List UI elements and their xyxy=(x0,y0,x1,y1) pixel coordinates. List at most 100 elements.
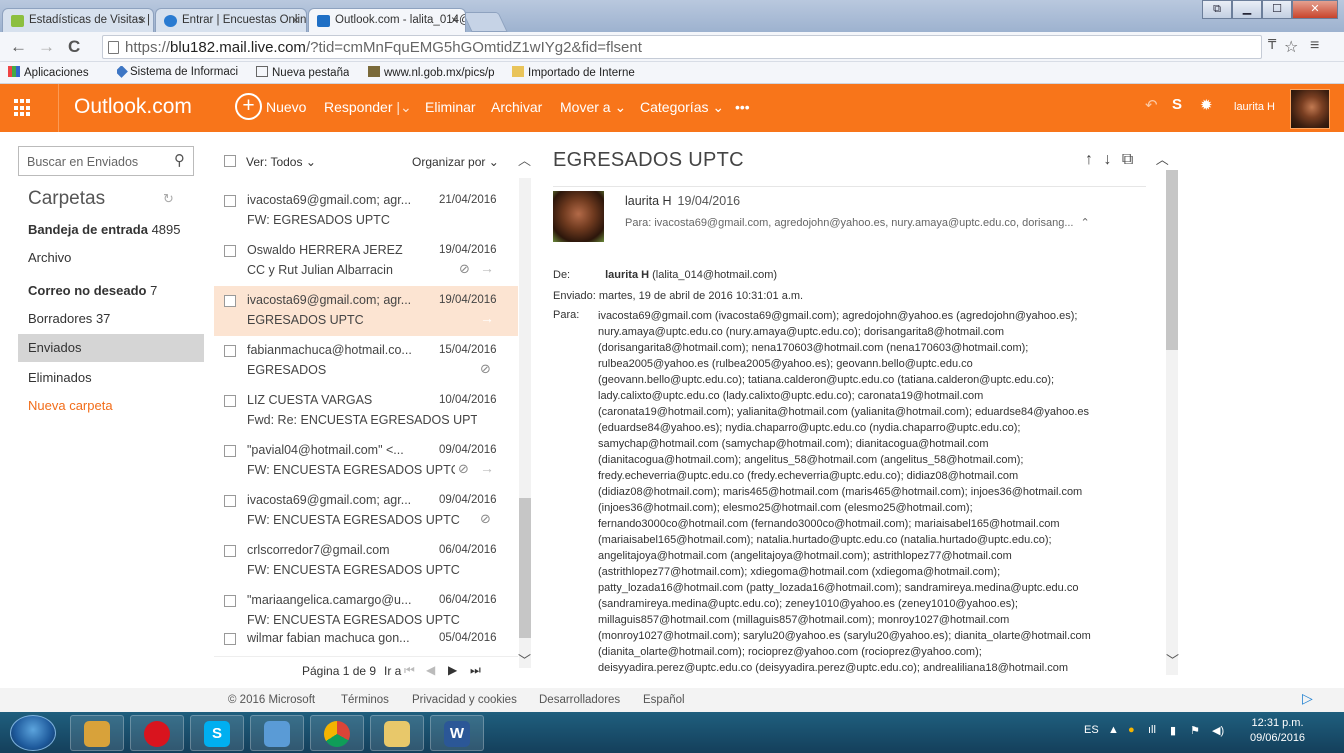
list-item[interactable]: Oswaldo HERRERA JEREZ 19/04/2016 CC y Ru… xyxy=(214,236,518,286)
folder-sent[interactable]: Enviados xyxy=(18,334,204,362)
star-icon[interactable]: ☆ xyxy=(1284,37,1298,57)
reading-scrollbar[interactable] xyxy=(1166,170,1178,675)
list-item[interactable]: LIZ CUESTA VARGAS 10/04/2016 Fwd: Re: EN… xyxy=(214,386,518,436)
list-item[interactable]: "pavial04@hotmail.com" <... 09/04/2016 F… xyxy=(214,436,518,486)
folder-inbox[interactable]: Bandeja de entrada 4895 xyxy=(18,216,204,244)
row-checkbox[interactable] xyxy=(224,633,236,645)
taskbar-explorer-lib[interactable] xyxy=(70,715,124,751)
close-window-icon[interactable]: ✕ xyxy=(1292,0,1338,19)
forward-icon[interactable]: → xyxy=(38,37,55,57)
close-tab-icon[interactable]: × xyxy=(451,13,458,27)
scroll-down-icon[interactable]: ﹀ xyxy=(518,650,531,669)
taskbar-skype[interactable]: S xyxy=(190,715,244,751)
new-tab-button[interactable] xyxy=(462,12,508,32)
scroll-thumb[interactable] xyxy=(1166,170,1178,350)
bookmark-sistema[interactable]: Sistema de Informaci xyxy=(117,66,243,78)
refresh-icon[interactable]: ↻ xyxy=(163,191,174,207)
list-item[interactable]: crlscorredor7@gmail.com 06/04/2016 FW: E… xyxy=(214,536,518,586)
close-tab-icon[interactable]: × xyxy=(292,13,299,27)
row-checkbox[interactable] xyxy=(224,245,236,257)
plus-icon[interactable]: + xyxy=(235,93,262,120)
skype-icon[interactable]: S xyxy=(1172,96,1182,113)
clock[interactable]: 12:31 p.m. 09/06/2016 xyxy=(1250,716,1305,746)
row-checkbox[interactable] xyxy=(224,295,236,307)
reply-dropdown-icon[interactable]: |⌄ xyxy=(396,99,411,115)
tray-expand-icon[interactable]: ▲ xyxy=(1108,724,1119,736)
row-checkbox[interactable] xyxy=(224,195,236,207)
list-item[interactable]: ivacosta69@gmail.com; agr... 09/04/2016 … xyxy=(214,486,518,536)
maximize-icon[interactable]: ☐ xyxy=(1262,0,1292,19)
reload-icon[interactable]: C xyxy=(68,37,80,57)
list-item[interactable]: fabianmachuca@hotmail.co... 15/04/2016 E… xyxy=(214,336,518,386)
app-launcher-icon[interactable] xyxy=(14,99,32,117)
tab-estadisticas[interactable]: Estadísticas de Visitas | Mi × xyxy=(2,8,154,32)
folder-archive[interactable]: Archivo xyxy=(18,244,204,272)
new-button[interactable]: Nuevo xyxy=(266,99,306,115)
language-link[interactable]: Español xyxy=(643,694,685,706)
tab-outlook[interactable]: Outlook.com - lalita_014@ × xyxy=(308,8,466,32)
user-name[interactable]: laurita H xyxy=(1234,101,1275,113)
move-button[interactable]: Mover a ⌄ xyxy=(560,99,626,116)
list-item[interactable]: ivacosta69@gmail.com; agr... 19/04/2016 … xyxy=(214,286,518,336)
outlook-brand[interactable]: Outlook.com xyxy=(58,84,208,132)
ad-choices-icon[interactable]: ▷ xyxy=(1302,690,1313,707)
prev-page-icon[interactable]: ◀ xyxy=(426,663,435,677)
row-checkbox[interactable] xyxy=(224,545,236,557)
scroll-up-icon[interactable]: ︿ xyxy=(518,150,531,169)
battery-icon[interactable]: ▮ xyxy=(1170,724,1176,737)
url-input[interactable]: https://blu182.mail.live.com/?tid=cmMnFq… xyxy=(102,35,1262,59)
last-page-icon[interactable]: ⏭ xyxy=(470,663,481,678)
folder-junk[interactable]: Correo no deseado 7 xyxy=(18,277,204,305)
scroll-thumb[interactable] xyxy=(519,498,531,638)
close-tab-icon[interactable]: × xyxy=(139,13,146,27)
restore-icon[interactable]: ⧉ xyxy=(1202,0,1232,19)
previous-message-icon[interactable]: ↑ xyxy=(1085,151,1093,168)
extension-icon[interactable]: ₸ xyxy=(1268,37,1276,53)
terms-link[interactable]: Términos xyxy=(341,694,389,706)
privacy-link[interactable]: Privacidad y cookies xyxy=(412,694,517,706)
list-scrollbar[interactable] xyxy=(519,178,531,668)
view-filter[interactable]: Ver: Todos ⌄ xyxy=(246,155,316,169)
scroll-down-icon[interactable]: ﹀ xyxy=(1166,650,1179,669)
developers-link[interactable]: Desarrolladores xyxy=(539,694,620,706)
list-item[interactable]: wilmar fabian machuca gon... 05/04/2016 xyxy=(214,624,518,656)
next-page-icon[interactable]: ▶ xyxy=(448,663,457,677)
row-checkbox[interactable] xyxy=(224,445,236,457)
archive-button[interactable]: Archivar xyxy=(491,99,542,115)
tab-encuestas[interactable]: Entrar | Encuestas Online | × xyxy=(155,8,307,32)
row-checkbox[interactable] xyxy=(224,395,236,407)
scroll-up-icon[interactable]: ︿ xyxy=(1156,152,1169,167)
search-icon[interactable]: ⚲ xyxy=(174,151,185,169)
delete-button[interactable]: Eliminar xyxy=(425,99,476,115)
taskbar-files[interactable] xyxy=(370,715,424,751)
folder-drafts[interactable]: Borradores 37 xyxy=(18,305,204,333)
back-icon[interactable]: ← xyxy=(10,37,27,57)
language-indicator[interactable]: ES xyxy=(1084,724,1099,736)
collapse-icon[interactable]: ⌃ xyxy=(1081,217,1090,229)
row-checkbox[interactable] xyxy=(224,495,236,507)
new-folder-link[interactable]: Nueva carpeta xyxy=(18,392,204,420)
volume-icon[interactable]: ◀) xyxy=(1212,724,1224,737)
goto-link[interactable]: Ir a xyxy=(384,664,401,678)
network-app-icon[interactable]: ● xyxy=(1128,724,1135,736)
first-page-icon[interactable]: ⏮ xyxy=(404,663,415,678)
sort-button[interactable]: Organizar por ⌄ xyxy=(412,155,499,169)
bookmark-nueva[interactable]: Nueva pestaña xyxy=(256,66,349,79)
next-message-icon[interactable]: ↓ xyxy=(1103,151,1111,168)
user-avatar[interactable] xyxy=(1290,89,1330,129)
taskbar-messenger[interactable] xyxy=(250,715,304,751)
categories-button[interactable]: Categorías ⌄ xyxy=(640,99,724,116)
menu-icon[interactable]: ≡ xyxy=(1310,37,1319,55)
select-all-checkbox[interactable] xyxy=(224,155,236,167)
signal-icon[interactable]: ıll xyxy=(1148,724,1156,736)
reply-button[interactable]: Responder |⌄ xyxy=(324,99,412,116)
minimize-icon[interactable]: ▁ xyxy=(1232,0,1262,19)
undo-icon[interactable]: ↶ xyxy=(1145,96,1158,114)
more-button[interactable]: ••• xyxy=(735,99,750,115)
popout-icon[interactable]: ⧉ xyxy=(1122,151,1133,168)
row-checkbox[interactable] xyxy=(224,595,236,607)
list-item[interactable]: ivacosta69@gmail.com; agr... 21/04/2016 … xyxy=(214,186,518,236)
bookmark-apps[interactable]: Aplicaciones xyxy=(8,66,89,79)
start-button[interactable] xyxy=(10,715,56,751)
bookmark-nl[interactable]: www.nl.gob.mx/pics/p xyxy=(368,66,502,79)
